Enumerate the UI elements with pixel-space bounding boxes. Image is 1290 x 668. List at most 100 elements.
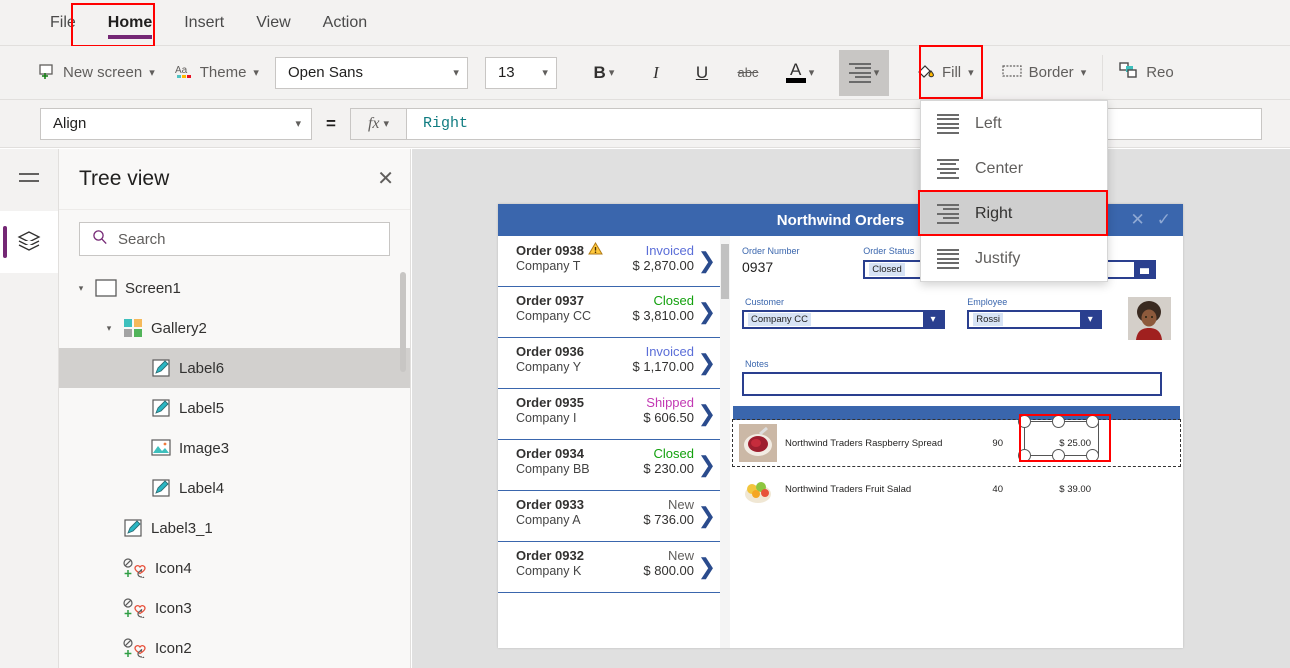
- chevron-right-icon[interactable]: ❯: [698, 554, 716, 580]
- formula-input[interactable]: Right: [406, 107, 1262, 140]
- order-detail-row[interactable]: Northwind Traders Fruit Salad 40 $ 39.00: [733, 466, 1180, 512]
- tree-scrollbar[interactable]: [400, 272, 406, 372]
- field-notes: Notes: [742, 359, 1171, 396]
- menu-tab-action[interactable]: Action: [307, 1, 383, 45]
- icon-icon: [123, 638, 147, 658]
- save-icon[interactable]: ✓: [1157, 210, 1171, 230]
- fx-button[interactable]: fx ▾: [350, 107, 406, 140]
- menu-tab-label: Insert: [184, 13, 225, 31]
- gallery-item[interactable]: Order 0934 Closed Company BB $ 230.00 ❯: [498, 440, 730, 491]
- gallery-item[interactable]: Order 0936 Invoiced Company Y $ 1,170.00 ❯: [498, 338, 730, 389]
- order-amount: $ 3,810.00: [632, 308, 694, 323]
- underline-button[interactable]: U: [683, 53, 721, 93]
- label-icon: [151, 478, 171, 498]
- font-size-value: 13: [497, 64, 515, 81]
- menu-bar: File Home Insert View Action: [0, 0, 1290, 46]
- resize-handle-nw[interactable]: [1018, 415, 1031, 428]
- tree-item-label3_1[interactable]: Label3_1: [59, 508, 410, 548]
- orders-gallery[interactable]: Order 0938 Invoiced Company T $ 2,870.00 ❯ Or…: [498, 236, 730, 648]
- align-option-right[interactable]: Right: [921, 191, 1107, 236]
- strikethrough-label: abc: [737, 65, 759, 80]
- screen-icon: [95, 279, 117, 297]
- tree-item-label: Label5: [179, 399, 225, 417]
- chevron-right-icon[interactable]: ❯: [698, 401, 716, 427]
- toolbar-divider: [1102, 54, 1104, 91]
- align-option-label: Right: [975, 204, 1013, 222]
- menu-tab-view[interactable]: View: [240, 1, 306, 45]
- gallery-item[interactable]: Order 0932 New Company K $ 800.00 ❯: [498, 542, 730, 593]
- tree-item-screen1[interactable]: ▾ Screen1: [59, 268, 410, 308]
- fill-button[interactable]: Fill ▾: [905, 53, 984, 93]
- gallery-item[interactable]: Order 0938 Invoiced Company T $ 2,870.00 ❯: [498, 236, 730, 287]
- chevron-right-icon[interactable]: ❯: [698, 503, 716, 529]
- chevron-right-icon[interactable]: ❯: [698, 248, 716, 274]
- reorder-button[interactable]: Reo: [1109, 53, 1184, 93]
- font-size-select[interactable]: 13 ▾: [484, 56, 557, 89]
- menu-tab-file[interactable]: File: [34, 1, 92, 45]
- tree-item-image3[interactable]: Image3: [59, 428, 410, 468]
- new-screen-button[interactable]: New screen ▾: [28, 53, 165, 93]
- property-select[interactable]: Align ▾: [40, 107, 312, 140]
- gallery-scrollbar-thumb[interactable]: [721, 244, 729, 299]
- tree-item-label4[interactable]: Label4: [59, 468, 410, 508]
- theme-label: Theme: [199, 64, 247, 81]
- strikethrough-button[interactable]: abc: [729, 53, 767, 93]
- selected-control-handles[interactable]: [1018, 415, 1112, 463]
- search-input[interactable]: Search: [79, 222, 390, 256]
- resize-handle-ne[interactable]: [1086, 415, 1099, 428]
- notes-input[interactable]: [742, 372, 1162, 396]
- expand-caret-icon[interactable]: ▾: [103, 323, 115, 334]
- gallery-item[interactable]: Order 0937 Closed Company CC $ 3,810.00 ❯: [498, 287, 730, 338]
- gallery-icon: [123, 318, 143, 338]
- align-option-justify[interactable]: Justify: [921, 236, 1107, 281]
- cancel-icon[interactable]: ✕: [1131, 210, 1145, 230]
- resize-handle-sw[interactable]: [1018, 449, 1031, 462]
- italic-button[interactable]: I: [637, 53, 675, 93]
- company-name: Company Y: [516, 360, 582, 374]
- svg-text:Aa: Aa: [175, 65, 188, 76]
- align-button[interactable]: ▾: [838, 49, 889, 96]
- rail-item-tree-view[interactable]: [0, 211, 58, 273]
- gallery-item[interactable]: Order 0933 New Company A $ 736.00 ❯: [498, 491, 730, 542]
- gallery-scrollbar[interactable]: [720, 236, 730, 648]
- resize-handle-se[interactable]: [1086, 449, 1099, 462]
- bold-button[interactable]: B ▾: [579, 53, 629, 93]
- menu-tab-home[interactable]: Home: [92, 1, 168, 45]
- resize-handle-s[interactable]: [1052, 449, 1065, 462]
- expand-caret-icon[interactable]: ▾: [75, 283, 87, 294]
- align-option-left[interactable]: Left: [921, 101, 1107, 146]
- resize-handle-n[interactable]: [1052, 415, 1065, 428]
- tree-item-label5[interactable]: Label5: [59, 388, 410, 428]
- active-tab-underline: [107, 34, 153, 39]
- theme-button[interactable]: Aa Theme ▾: [165, 53, 269, 93]
- font-family-select[interactable]: Open Sans ▾: [274, 56, 468, 89]
- image-icon: [151, 439, 171, 457]
- hamburger-menu-button[interactable]: [0, 149, 58, 211]
- tree-item-label6[interactable]: Label6: [59, 348, 410, 388]
- chevron-right-icon[interactable]: ❯: [698, 350, 716, 376]
- customer-dropdown[interactable]: Company CC ▾: [742, 310, 945, 329]
- new-screen-label: New screen: [63, 64, 143, 81]
- tree-item-icon3[interactable]: Icon3: [59, 588, 410, 628]
- company-name: Company T: [516, 259, 581, 273]
- order-amount: $ 800.00: [643, 563, 694, 578]
- border-button[interactable]: Border ▾: [992, 53, 1097, 93]
- font-color-button[interactable]: A ▾: [775, 53, 825, 93]
- tree-item-icon2[interactable]: Icon2: [59, 628, 410, 668]
- search-icon: [92, 229, 108, 250]
- align-option-center[interactable]: Center: [921, 146, 1107, 191]
- chevron-right-icon[interactable]: ❯: [698, 299, 716, 325]
- tree-item-icon4[interactable]: Icon4: [59, 548, 410, 588]
- tree-item-gallery2[interactable]: ▾ Gallery2: [59, 308, 410, 348]
- align-right-icon: [937, 203, 959, 224]
- menu-tab-insert[interactable]: Insert: [168, 1, 240, 45]
- chevron-down-icon[interactable]: ▾: [923, 312, 943, 327]
- employee-dropdown[interactable]: Rossi ▾: [967, 310, 1103, 329]
- calendar-icon[interactable]: [1134, 262, 1155, 277]
- close-icon[interactable]: ✕: [377, 169, 394, 189]
- chevron-down-icon[interactable]: ▾: [1080, 312, 1101, 327]
- chevron-right-icon[interactable]: ❯: [698, 452, 716, 478]
- gallery-item[interactable]: Order 0935 Shipped Company I $ 606.50 ❯: [498, 389, 730, 440]
- product-name: Northwind Traders Raspberry Spread: [785, 437, 943, 449]
- order-detail-row[interactable]: Northwind Traders Raspberry Spread 90 $ 25…: [732, 419, 1181, 467]
